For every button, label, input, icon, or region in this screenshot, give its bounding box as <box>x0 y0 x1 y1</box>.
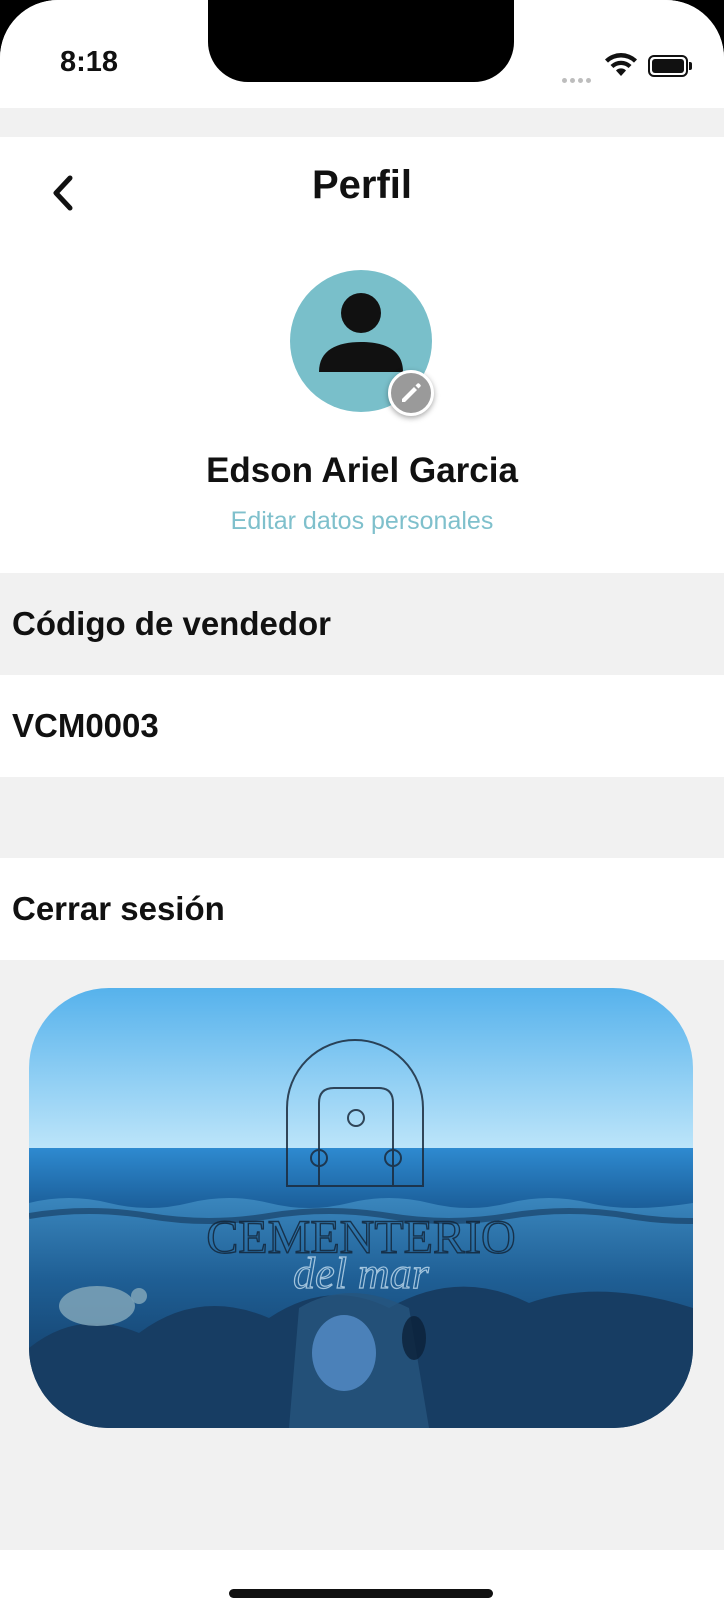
page-title: Perfil <box>311 163 413 207</box>
device-notch <box>208 0 514 82</box>
avatar[interactable] <box>290 270 434 416</box>
app-screen: 8:18 Perfil Edson Ariel Garcia Editar da… <box>0 0 724 1600</box>
ocean-illustration: CEMENTERIO del mar <box>29 988 693 1428</box>
signal-icon <box>562 70 596 83</box>
seller-code-value: VCM0003 <box>0 675 724 777</box>
logout-button[interactable]: Cerrar sesión <box>0 858 724 960</box>
wifi-icon <box>605 53 637 76</box>
status-bar: 8:18 <box>0 0 724 108</box>
pencil-icon <box>402 383 421 402</box>
battery-icon <box>648 55 692 77</box>
seller-code-label: Código de vendedor <box>0 573 724 675</box>
user-name: Edson Ariel Garcia <box>206 451 518 490</box>
brand-banner: CEMENTERIO del mar <box>29 988 693 1428</box>
status-time: 8:18 <box>60 46 119 78</box>
brand-name-secondary: del mar <box>293 1249 430 1298</box>
home-indicator[interactable] <box>229 1589 493 1598</box>
edit-personal-data-link[interactable]: Editar datos personales <box>0 507 724 536</box>
profile-header: Perfil Edson Ariel Garcia Editar datos p… <box>0 137 724 573</box>
edit-avatar-button[interactable] <box>388 370 434 416</box>
